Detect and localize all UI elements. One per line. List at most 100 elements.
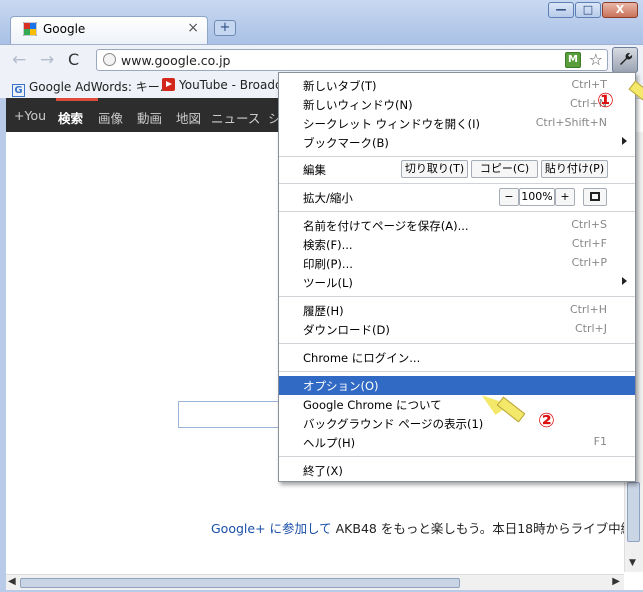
new-tab-button[interactable]: + <box>214 20 236 36</box>
horizontal-scroll-thumb[interactable] <box>20 578 460 588</box>
minimize-button[interactable]: — <box>548 2 574 18</box>
gbar-images-link[interactable]: 画像 <box>98 108 123 127</box>
scroll-down-arrow-icon[interactable]: ▼ <box>629 558 636 568</box>
zoom-in-button[interactable]: + <box>555 188 575 206</box>
back-arrow-icon[interactable]: ← <box>12 50 26 70</box>
bookmark-label: Google AdWords: キー… <box>29 80 172 94</box>
menu-item-label: ブックマーク(B) <box>303 136 389 150</box>
bookmark-star-icon[interactable]: ☆ <box>589 50 603 69</box>
menu-item-shortcut: Ctrl+S <box>571 218 607 231</box>
menu-item-exit[interactable]: 終了(X) <box>279 461 635 480</box>
fullscreen-button[interactable] <box>583 188 607 206</box>
window-frame-left <box>0 98 6 592</box>
paste-button[interactable]: 貼り付け(P) <box>541 160 608 178</box>
menu-item-label: 履歴(H) <box>303 304 344 318</box>
menu-item-label: 名前を付けてページを保存(A)... <box>303 219 469 233</box>
menu-item-label: Chrome にログイン... <box>303 351 421 365</box>
menu-item-label: ダウンロード(D) <box>303 323 390 337</box>
menu-item-shortcut: Ctrl+H <box>569 303 607 316</box>
menu-item-shortcut: Ctrl+J <box>574 322 607 335</box>
url-text[interactable]: www.google.co.jp <box>121 53 230 68</box>
wrench-menu-button[interactable] <box>612 47 638 73</box>
menu-item-shortcut: F1 <box>593 435 607 448</box>
bookmark-label: YouTube - Broadca <box>179 78 289 92</box>
scroll-right-arrow-icon[interactable]: ▶ <box>612 576 620 587</box>
horizontal-scrollbar[interactable]: ◀ ▶ <box>6 574 624 591</box>
annotation-marker-1: ① <box>597 88 614 112</box>
menu-item-label: ヘルプ(H) <box>303 436 356 450</box>
google-bar: +You 検索 画像 動画 地図 ニュース シ <box>6 98 286 132</box>
forward-arrow-icon[interactable]: → <box>40 50 54 70</box>
reload-icon[interactable]: C <box>68 50 79 69</box>
bookmark-adwords[interactable]: G Google AdWords: キー… <box>12 78 172 97</box>
g-icon: G <box>12 84 25 97</box>
menu-item-label: Google Chrome について <box>303 398 442 412</box>
zoom-level: 100% <box>519 188 555 206</box>
fullscreen-icon <box>590 192 600 201</box>
gbar-you-link[interactable]: +You <box>14 108 46 123</box>
bookmark-youtube[interactable]: YouTube - Broadca <box>162 78 289 92</box>
menu-item-label: 新しいウィンドウ(N) <box>303 98 413 112</box>
submenu-arrow-icon <box>622 137 627 145</box>
menu-item-label: 新しいタブ(T) <box>303 79 377 93</box>
active-indicator <box>56 98 98 101</box>
menu-item-edit: 編集 切り取り(T) コピー(C) 貼り付け(P) <box>279 160 635 179</box>
menu-item-downloads[interactable]: ダウンロード(D) Ctrl+J <box>279 320 635 339</box>
menu-item-options[interactable]: オプション(O) <box>279 376 635 395</box>
menu-item-label: 検索(F)... <box>303 238 353 252</box>
menu-item-history[interactable]: 履歴(H) Ctrl+H <box>279 301 635 320</box>
youtube-icon <box>162 78 175 91</box>
maximize-button[interactable]: □ <box>575 2 601 18</box>
tab-title: Google <box>43 22 86 36</box>
menu-item-bookmarks[interactable]: ブックマーク(B) <box>279 133 635 152</box>
gbar-maps-link[interactable]: 地図 <box>176 108 201 127</box>
menu-item-help[interactable]: ヘルプ(H) F1 <box>279 433 635 452</box>
wrench-menu: 新しいタブ(T) Ctrl+T 新しいウィンドウ(N) Ctrl+N シークレッ… <box>278 72 636 482</box>
promo-link[interactable]: Google+ に参加して <box>211 521 332 536</box>
menu-item-shortcut: Ctrl+P <box>571 256 607 269</box>
menu-separator <box>279 156 635 157</box>
gbar-videos-link[interactable]: 動画 <box>137 108 162 127</box>
menu-item-shortcut: Ctrl+F <box>571 237 607 250</box>
gbar-search-link[interactable]: 検索 <box>58 108 83 127</box>
submenu-arrow-icon <box>622 277 627 285</box>
menu-separator <box>279 183 635 184</box>
menu-item-new-window[interactable]: 新しいウィンドウ(N) Ctrl+N <box>279 95 635 114</box>
gbar-news-link[interactable]: ニュース <box>211 108 260 127</box>
menu-item-print[interactable]: 印刷(P)... Ctrl+P <box>279 254 635 273</box>
menu-separator <box>279 211 635 212</box>
promo-text: Google+ に参加して AKB48 をもっと楽しもう。本日18時からライブ中… <box>211 518 643 537</box>
menu-item-background-pages[interactable]: バックグラウンド ページの表示(1) <box>279 414 635 433</box>
menu-item-label: 終了(X) <box>303 464 343 478</box>
address-bar[interactable]: www.google.co.jp M ☆ <box>96 49 608 71</box>
menu-item-new-tab[interactable]: 新しいタブ(T) Ctrl+T <box>279 76 635 95</box>
scroll-left-arrow-icon[interactable]: ◀ <box>8 576 16 587</box>
menu-item-label: ツール(L) <box>303 276 353 290</box>
promo-body: AKB48 をもっと楽しもう。本日18時からライブ中継開始 <box>331 521 643 536</box>
menu-item-tools[interactable]: ツール(L) <box>279 273 635 292</box>
google-favicon-icon <box>23 22 37 36</box>
zoom-out-button[interactable]: − <box>499 188 519 206</box>
copy-button[interactable]: コピー(C) <box>471 160 538 178</box>
tab-google[interactable]: Google × <box>10 16 208 44</box>
menu-item-sign-in[interactable]: Chrome にログイン... <box>279 348 635 367</box>
menu-separator <box>279 296 635 297</box>
menu-separator <box>279 456 635 457</box>
menu-item-label: 拡大/縮小 <box>303 191 353 205</box>
cut-button[interactable]: 切り取り(T) <box>401 160 468 178</box>
close-window-button[interactable]: X <box>602 2 638 18</box>
menu-item-save-page[interactable]: 名前を付けてページを保存(A)... Ctrl+S <box>279 216 635 235</box>
menu-item-incognito[interactable]: シークレット ウィンドウを開く(I) Ctrl+Shift+N <box>279 114 635 133</box>
menu-item-shortcut: Ctrl+Shift+N <box>535 116 607 129</box>
menu-item-zoom: 拡大/縮小 − 100% + <box>279 188 635 207</box>
menu-item-label: 編集 <box>303 163 326 177</box>
vertical-scroll-thumb[interactable] <box>627 482 640 542</box>
toolbar: ← → C www.google.co.jp M ☆ <box>0 44 643 75</box>
menu-item-about-chrome[interactable]: Google Chrome について <box>279 395 635 414</box>
menu-item-label: バックグラウンド ページの表示(1) <box>303 417 484 431</box>
extension-icon[interactable]: M <box>565 52 581 68</box>
menu-item-find[interactable]: 検索(F)... Ctrl+F <box>279 235 635 254</box>
tab-close-icon[interactable]: × <box>187 20 199 36</box>
title-bar: Google × + — □ X <box>0 0 643 44</box>
wrench-icon <box>620 52 633 65</box>
